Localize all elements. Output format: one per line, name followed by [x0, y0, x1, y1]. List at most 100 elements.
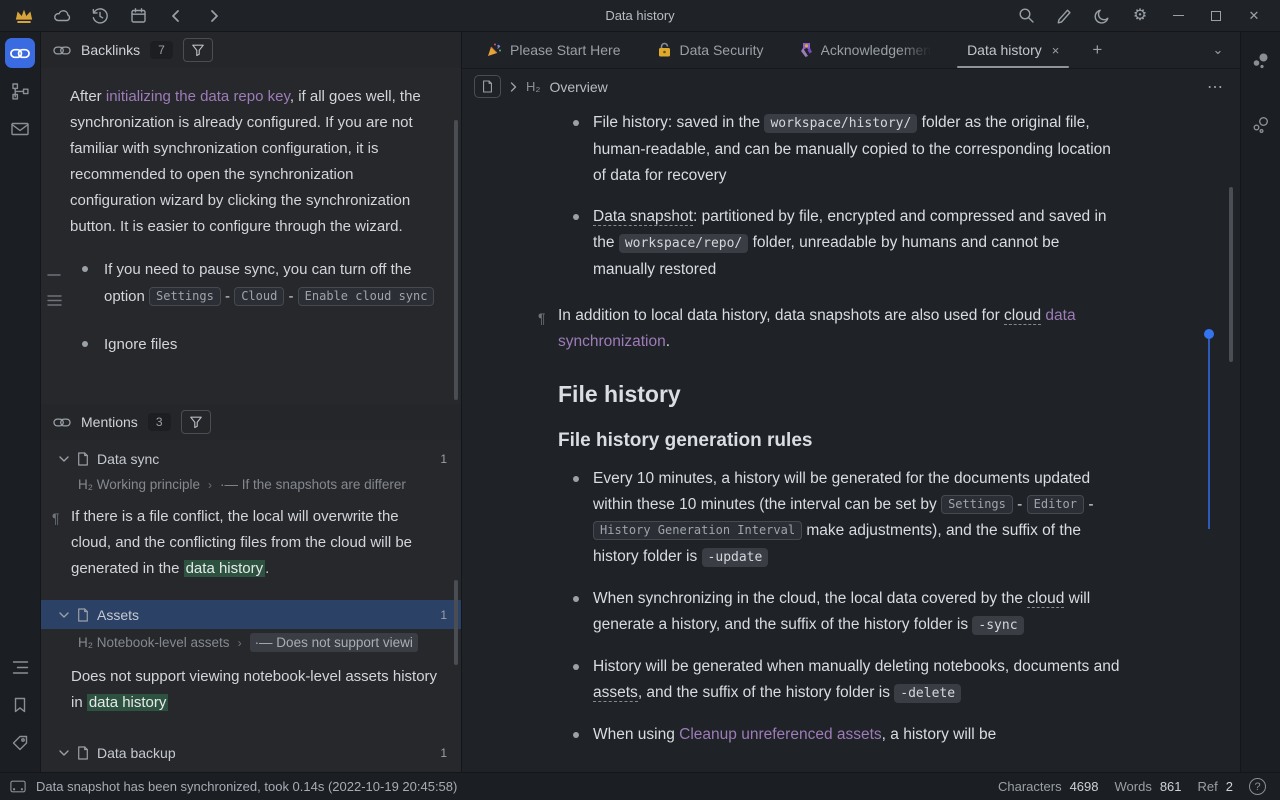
characters-label: Characters [998, 779, 1062, 794]
list-type-icon[interactable] [47, 294, 62, 310]
lock-key-icon [657, 42, 672, 58]
tab-acknowledgements[interactable]: Acknowledgemen [782, 32, 950, 68]
mention-count: 1 [440, 746, 447, 760]
characters-value: 4698 [1070, 779, 1099, 794]
document-icon [77, 608, 89, 622]
backlinks-header[interactable]: Backlinks 7 [41, 32, 461, 68]
maximize-icon[interactable] [1206, 6, 1226, 26]
ref-value: 2 [1226, 779, 1233, 794]
chevron-down-icon [59, 750, 69, 756]
doc-paragraph[interactable]: ¶ In addition to local data history, dat… [558, 303, 1123, 355]
mention-paragraph[interactable]: ¶ If there is a file conflict, the local… [41, 496, 461, 592]
graph-tree-icon[interactable] [5, 76, 35, 106]
sidebar-panel: Backlinks 7 After initializing the data … [41, 32, 462, 772]
back-icon[interactable] [166, 6, 186, 26]
chevron-down-icon [59, 612, 69, 618]
tree-item-data-backup[interactable]: Data backup 1 [41, 738, 461, 767]
tab-data-security[interactable]: Data Security [639, 32, 782, 68]
document-icon [77, 452, 89, 466]
ref-label: Ref [1198, 779, 1218, 794]
backlinks-icon[interactable] [5, 38, 35, 68]
bullet-icon [573, 664, 579, 670]
mentions-title: Mentions [81, 414, 138, 430]
doc-list-item[interactable]: History will be generated when manually … [558, 654, 1123, 707]
tab-data-history[interactable]: Data history × [949, 32, 1077, 68]
breadcrumb-heading[interactable]: Overview [549, 79, 607, 95]
inbox-icon[interactable] [5, 114, 35, 144]
backlinks-filter-button[interactable] [183, 38, 213, 62]
document-icon [77, 746, 89, 760]
backlinks-count-badge: 7 [150, 41, 173, 59]
list-collapse-icon[interactable] [47, 266, 61, 282]
editor-breadcrumb: H₂ Overview ⋯ [462, 69, 1240, 104]
tab-close-icon[interactable]: × [1052, 43, 1060, 58]
editor-scrollbar[interactable] [1229, 187, 1233, 362]
scroll-position-marker[interactable] [1204, 329, 1214, 529]
backlink-list-item[interactable]: Ignore files [70, 331, 441, 358]
mentions-scrollbar[interactable] [454, 580, 458, 665]
heading-generation-rules[interactable]: File history generation rules [558, 430, 1123, 452]
backlinks-list: After initializing the data repo key, if… [41, 68, 461, 404]
ribbon-icon [800, 42, 813, 58]
paragraph-marker-icon: ¶ [52, 505, 60, 531]
new-tab-button[interactable]: + [1077, 32, 1117, 68]
bullet-icon [573, 596, 579, 602]
tree-item-data-sync[interactable]: Data sync 1 [41, 444, 461, 473]
tab-list-chevron-icon[interactable]: ⌄ [1196, 32, 1240, 68]
mention-count: 1 [440, 452, 447, 466]
doc-list-item[interactable]: When synchronizing in the cloud, the loc… [558, 586, 1123, 639]
bullet-icon [573, 732, 579, 738]
backlinks-scrollbar[interactable] [454, 120, 458, 400]
global-graph-icon[interactable] [1246, 110, 1276, 140]
outline-icon[interactable] [5, 652, 35, 682]
bullet-icon [573, 214, 579, 220]
breadcrumb-separator-icon [510, 79, 517, 95]
dock-toggle-icon[interactable] [10, 780, 26, 793]
heading-file-history[interactable]: File history [558, 381, 1123, 408]
app-logo-crown-icon[interactable] [14, 6, 34, 26]
document-icon[interactable] [474, 75, 501, 98]
doc-list-item[interactable]: File history: saved in the workspace/his… [558, 110, 1123, 189]
backlink-list-item[interactable]: If you need to pause sync, you can turn … [70, 256, 441, 311]
bullet-icon [82, 266, 88, 272]
daily-note-icon[interactable] [128, 6, 148, 26]
tree-item-assets[interactable]: Assets 1 [41, 600, 461, 629]
mentions-header[interactable]: Mentions 3 [41, 404, 461, 440]
tab-please-start-here[interactable]: Please Start Here [468, 32, 639, 68]
help-icon[interactable]: ? [1249, 778, 1266, 795]
status-bar: Data snapshot has been synchronized, too… [0, 772, 1280, 800]
bullet-icon [573, 120, 579, 126]
edit-pencil-icon[interactable] [1054, 6, 1074, 26]
mentions-filter-button[interactable] [181, 410, 211, 434]
words-label: Words [1115, 779, 1152, 794]
mentions-count-badge: 3 [148, 413, 171, 431]
bullet-icon [82, 341, 88, 347]
left-dock [0, 32, 41, 772]
mention-paragraph[interactable]: Does not support viewing notebook-level … [41, 656, 461, 726]
doc-list-item[interactable]: Every 10 minutes, a history will be gene… [558, 466, 1123, 571]
party-popper-icon [486, 42, 502, 58]
graph-icon[interactable] [1246, 46, 1276, 76]
bookmark-icon[interactable] [5, 690, 35, 720]
search-icon[interactable] [1016, 6, 1036, 26]
tag-icon[interactable] [5, 728, 35, 758]
close-icon[interactable]: ✕ [1244, 6, 1264, 26]
app-window: Data history ⚙ ✕ [0, 0, 1280, 800]
paragraph-marker-icon: ¶ [538, 305, 546, 331]
minimize-icon[interactable] [1168, 6, 1188, 26]
doc-list-item[interactable]: Data snapshot: partitioned by file, encr… [558, 204, 1123, 283]
more-options-icon[interactable]: ⋯ [1207, 77, 1224, 97]
mention-breadcrumb[interactable]: H₂ Working principle › ·— If the snapsho… [41, 473, 461, 496]
words-value: 861 [1160, 779, 1182, 794]
mention-breadcrumb[interactable]: H₂ Notebook-level assets › ·— Does not s… [41, 629, 461, 656]
backlinks-title: Backlinks [81, 42, 140, 58]
settings-gear-icon[interactable]: ⚙ [1130, 6, 1150, 26]
backlink-paragraph[interactable]: After initializing the data repo key, if… [70, 84, 441, 240]
theme-moon-icon[interactable] [1092, 6, 1112, 26]
document-content: File history: saved in the workspace/his… [462, 104, 1240, 772]
mentions-tree: Data sync 1 H₂ Working principle › ·— If… [41, 440, 461, 772]
history-icon[interactable] [90, 6, 110, 26]
cloud-sync-icon[interactable] [52, 6, 72, 26]
forward-icon[interactable] [204, 6, 224, 26]
doc-list-item[interactable]: When using Cleanup unreferenced assets, … [558, 722, 1123, 748]
